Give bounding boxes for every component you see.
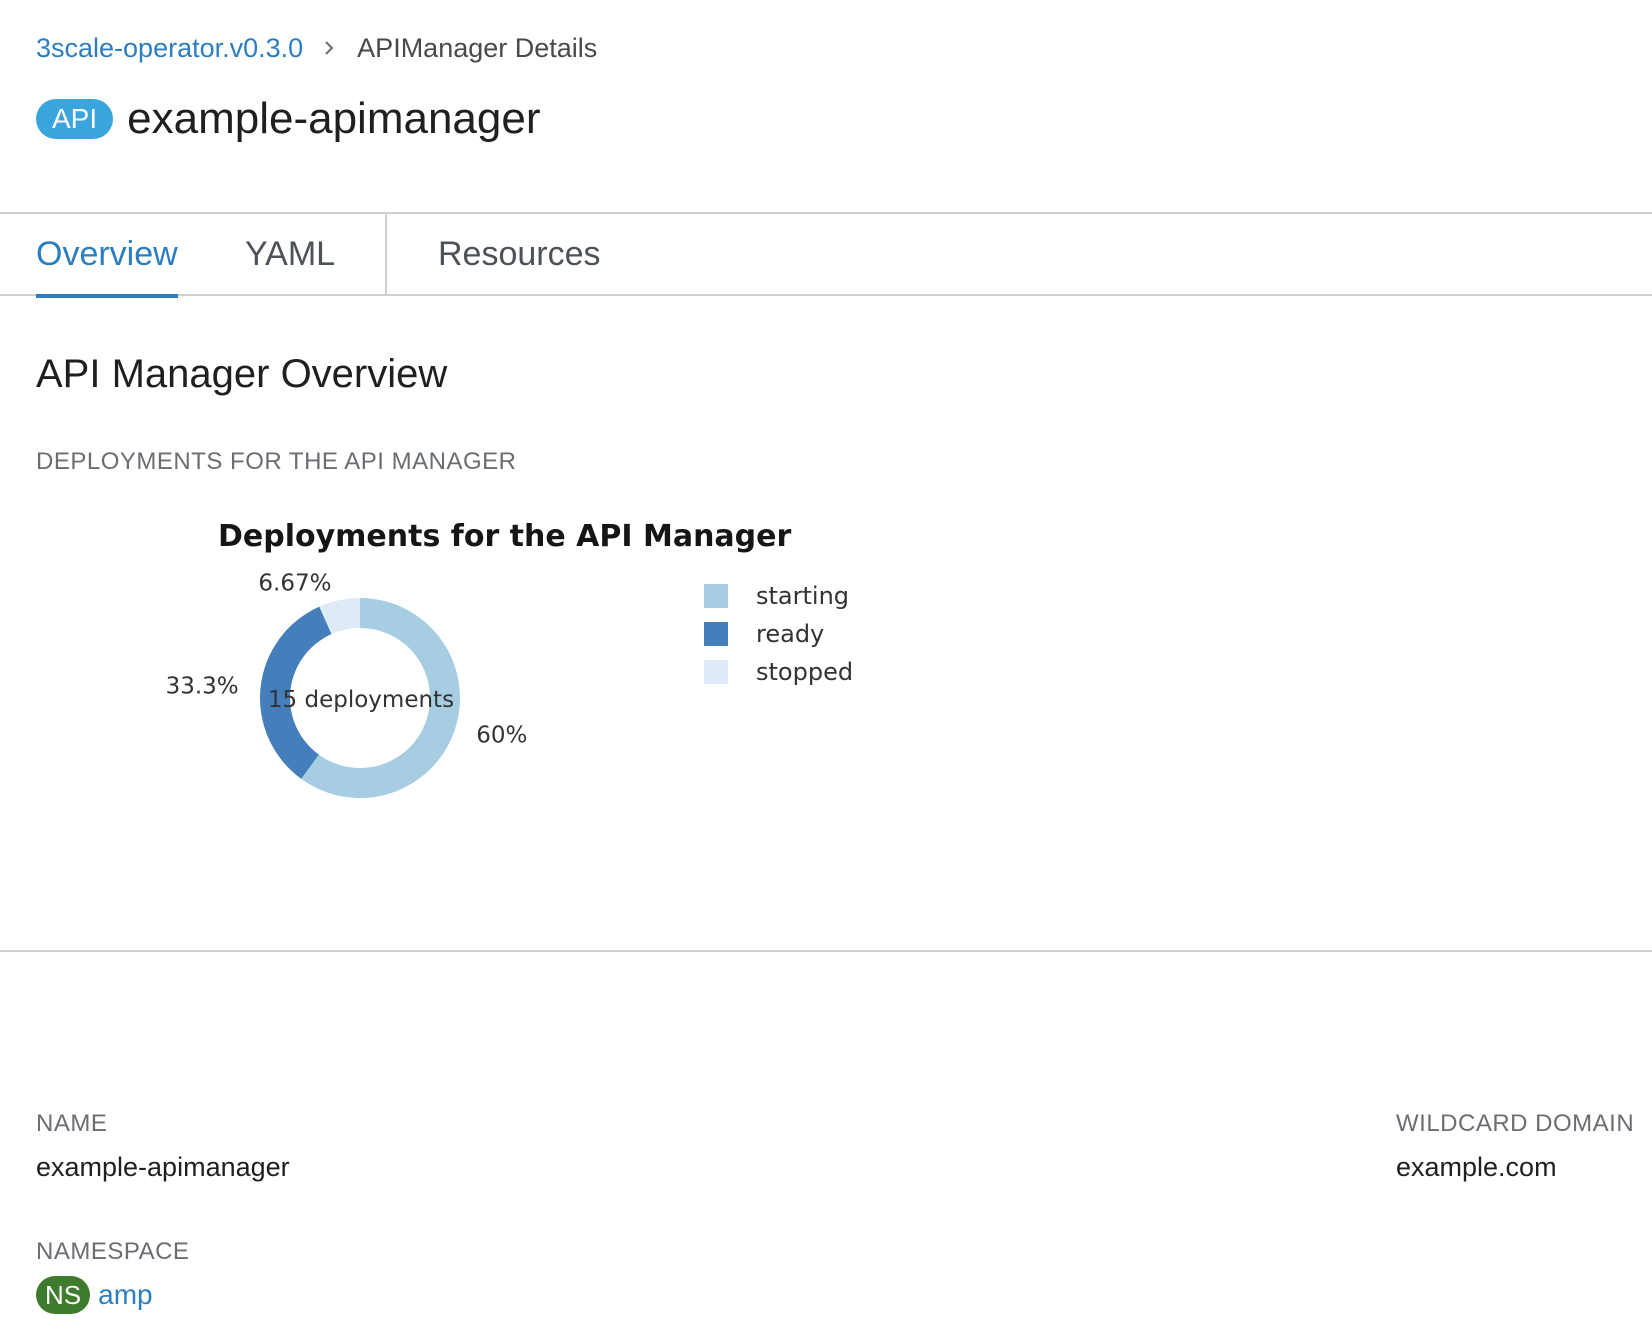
- chart-title: Deployments for the API Manager: [218, 519, 792, 554]
- breadcrumb: 3scale-operator.v0.3.0 APIManager Detail…: [36, 30, 597, 66]
- deployments-label: DEPLOYMENTS FOR THE API MANAGER: [36, 448, 517, 475]
- tab-bar: Overview YAML Resources: [0, 212, 1652, 298]
- wildcard-domain-label: WILDCARD DOMAIN: [1396, 1110, 1635, 1137]
- breadcrumb-current: APIManager Details: [357, 33, 598, 63]
- tab-overview[interactable]: Overview: [36, 214, 178, 298]
- legend-label-starting: starting: [756, 582, 849, 610]
- name-value: example-apimanager: [36, 1152, 290, 1182]
- legend-swatch-ready: [704, 622, 728, 646]
- percent-label-ready: 33.3%: [166, 674, 239, 700]
- api-manager-details-page: 3scale-operator.v0.3.0 APIManager Detail…: [0, 0, 1652, 1344]
- percent-label-starting: 60%: [476, 722, 527, 748]
- api-kind-badge: API: [36, 99, 114, 139]
- namespace-badge: NS: [36, 1276, 91, 1314]
- breadcrumb-operator-link[interactable]: 3scale-operator.v0.3.0: [36, 30, 303, 66]
- section-divider: [0, 950, 1652, 952]
- page-title: example-apimanager: [127, 94, 541, 143]
- name-label: NAME: [36, 1110, 108, 1137]
- chart-center-label: 15 deployments: [268, 687, 454, 713]
- page-heading: API example-apimanager: [36, 94, 540, 144]
- namespace-link[interactable]: amp: [98, 1279, 152, 1311]
- tab-resources[interactable]: Resources: [438, 214, 601, 296]
- chevron-right-icon: [319, 38, 339, 58]
- section-title: API Manager Overview: [36, 352, 448, 396]
- tab-yaml[interactable]: YAML: [245, 214, 335, 296]
- legend-label-ready: ready: [756, 620, 824, 648]
- deployments-donut-chart: Deployments for the API Manager 15 deplo…: [166, 519, 853, 798]
- legend-label-stopped: stopped: [756, 658, 853, 686]
- tab-divider: [385, 214, 387, 296]
- namespace-label: NAMESPACE: [36, 1238, 190, 1265]
- wildcard-domain-value: example.com: [1396, 1152, 1557, 1182]
- legend-swatch-starting: [704, 584, 728, 608]
- namespace-value: NS amp: [36, 1276, 153, 1314]
- legend-swatch-stopped: [704, 660, 728, 684]
- percent-label-stopped: 6.67%: [258, 571, 331, 597]
